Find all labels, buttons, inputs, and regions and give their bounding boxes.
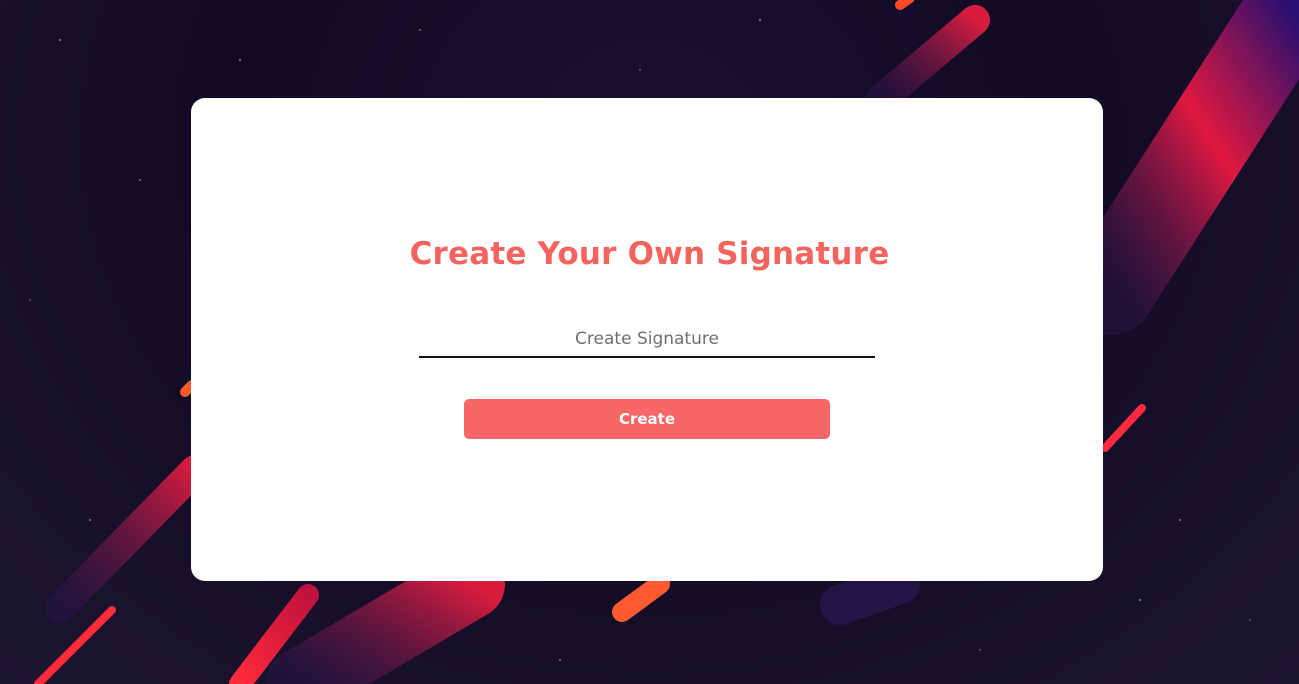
create-button[interactable]: Create	[464, 399, 830, 439]
page-title: Create Your Own Signature	[409, 236, 890, 272]
signature-input[interactable]	[419, 322, 875, 358]
